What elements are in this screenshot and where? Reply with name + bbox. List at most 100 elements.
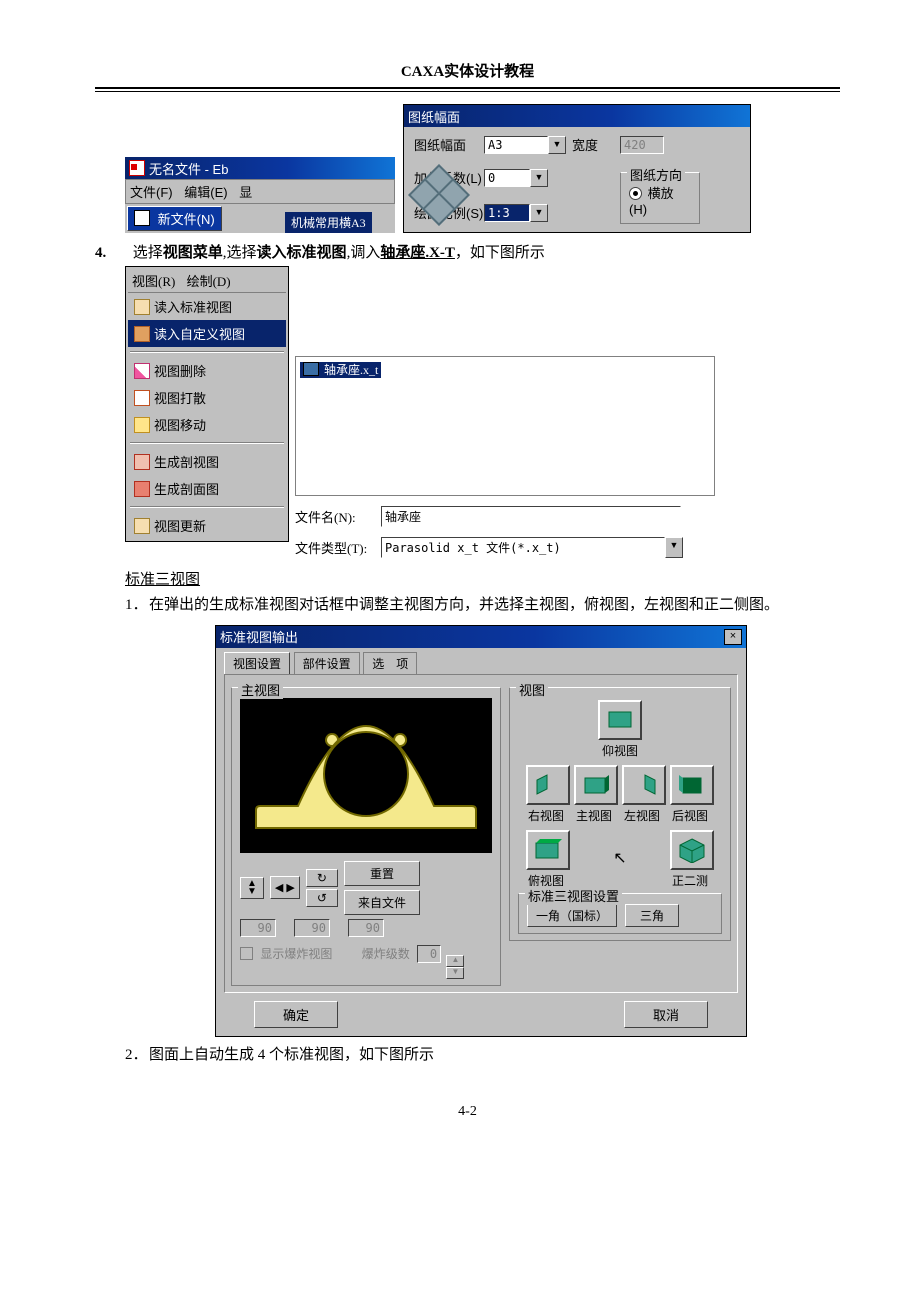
size-dropdown[interactable]: A3 ▼ <box>484 136 572 154</box>
btn-front-view[interactable] <box>574 765 618 805</box>
new-file-btn[interactable]: 新文件(N) <box>127 206 222 231</box>
rule-bottom <box>95 91 840 92</box>
mult-dropdown[interactable]: 0 ▼ <box>484 169 572 187</box>
lbl-front: 主视图 <box>572 807 616 824</box>
btn-right-view[interactable] <box>526 765 570 805</box>
menu-read-custom[interactable]: 读入自定义视图 <box>128 320 286 347</box>
lbl-width: 宽度 <box>572 135 620 154</box>
lbl-back: 后视图 <box>668 807 712 824</box>
menu-section-view[interactable]: 生成剖视图 <box>128 448 286 475</box>
lbl-right: 右视图 <box>524 807 568 824</box>
doc-icon <box>134 210 150 226</box>
lbl-filetype: 文件类型(T): <box>295 538 381 557</box>
section-view-icon <box>134 454 150 470</box>
btn-iso-view[interactable] <box>670 830 714 870</box>
menu-file[interactable]: 文件(F) <box>130 185 173 200</box>
tab-options[interactable]: 选 项 <box>363 652 417 674</box>
lbl-filename: 文件名(N): <box>295 507 381 526</box>
std-setting-group: 标准三视图设置 <box>525 886 622 905</box>
menu-move-view[interactable]: 视图移动 <box>128 411 286 438</box>
spin-horiz[interactable]: ◀ ▶ <box>270 876 300 899</box>
tab-part[interactable]: 部件设置 <box>294 652 360 674</box>
explode-spin: ▲▼ <box>446 955 464 979</box>
rotate-ccw[interactable]: ↺ <box>306 889 338 907</box>
paper-title: 图纸幅面 <box>404 105 750 127</box>
move-icon <box>134 417 150 433</box>
explode-level: 0 <box>417 945 441 963</box>
menu-explode-view[interactable]: 视图打散 <box>128 384 286 411</box>
update-icon <box>134 518 150 534</box>
lbl-bottom: 仰视图 <box>598 742 642 759</box>
menu-draw[interactable]: 绘制(D) <box>187 274 231 289</box>
dialog-tabs: 视图设置 部件设置 选 项 <box>224 652 738 674</box>
read-std-icon <box>134 299 150 315</box>
width-field: 420 <box>620 136 664 154</box>
filename-input[interactable]: 轴承座 <box>381 506 681 527</box>
lbl-size: 图纸幅面 <box>414 135 484 154</box>
orient-landscape[interactable]: 横放(H) <box>629 183 691 217</box>
file-icon <box>303 362 319 376</box>
step1-text: 在弹出的生成标准视图对话框中调整主视图方向，并选择主视图，俯视图，左视图和正二侧… <box>149 593 779 619</box>
explode-level-label: 爆炸级数 <box>362 947 410 961</box>
filetype-dropdown[interactable]: Parasolid x_t 文件(*.x_t) ▼ <box>381 537 683 558</box>
close-icon[interactable]: × <box>724 629 742 645</box>
std-view-dialog: 标准视图输出 × 视图设置 部件设置 选 项 主视图 <box>215 625 747 1037</box>
lbl-iso: 正二测 <box>668 872 712 889</box>
spin-vert[interactable]: ▲ ▼ <box>240 877 264 899</box>
explode-icon <box>134 390 150 406</box>
btn-bottom-view[interactable] <box>598 700 642 740</box>
btn-left-view[interactable] <box>622 765 666 805</box>
logo-icon <box>129 160 145 176</box>
angle2: 90 <box>294 919 330 937</box>
unnamed-file-title: 无名文件 - Eb <box>149 159 228 178</box>
file-item[interactable]: 轴承座.x_t <box>300 362 381 378</box>
section-heading: 标准三视图 <box>125 572 200 588</box>
angle-first[interactable]: 一角（国标） <box>527 904 617 927</box>
file-picker: 轴承座.x_t 文件名(N): 轴承座 文件类型(T): Parasolid x… <box>295 266 715 558</box>
step1-num: 1． <box>125 593 149 619</box>
delete-icon <box>134 363 150 379</box>
angle-third[interactable]: 三角 <box>625 904 679 927</box>
chevron-down-icon[interactable]: ▼ <box>530 204 548 222</box>
menu-delete-view[interactable]: 视图删除 <box>128 357 286 384</box>
cancel-button[interactable]: 取消 <box>624 1001 708 1028</box>
menu-edit[interactable]: 编辑(E) <box>184 185 227 200</box>
menu-view[interactable]: 视图(R) <box>132 274 175 289</box>
tab-view[interactable]: 视图设置 <box>224 652 290 674</box>
menu-read-std[interactable]: 读入标准视图 <box>128 293 286 320</box>
chevron-down-icon[interactable]: ▼ <box>665 537 683 558</box>
group-views: 视图 <box>516 680 548 699</box>
step4-num: 4. <box>95 245 115 262</box>
orient-group: 图纸方向 <box>627 165 685 184</box>
page-title: CAXA实体设计教程 <box>95 60 840 81</box>
angle3: 90 <box>348 919 384 937</box>
unnamed-file-titlebar: 无名文件 - Eb <box>125 157 395 179</box>
step2-num: 2． <box>125 1043 149 1069</box>
menu-update-view[interactable]: 视图更新 <box>128 512 286 539</box>
fromfile-btn[interactable]: 来自文件 <box>344 890 420 915</box>
section-face-icon <box>134 481 150 497</box>
menu-disp[interactable]: 显 <box>239 185 252 200</box>
reset-btn[interactable]: 重置 <box>344 861 420 886</box>
checkbox-icon <box>240 947 253 960</box>
group-mainview: 主视图 <box>238 680 283 699</box>
scale-dropdown[interactable]: 1:3 ▼ <box>484 204 572 222</box>
chevron-down-icon[interactable]: ▼ <box>530 169 548 187</box>
dialog-title: 标准视图输出 × <box>216 626 746 648</box>
read-custom-icon <box>134 326 150 342</box>
page-number: 4-2 <box>95 1104 840 1120</box>
rotate-cw[interactable]: ↻ <box>306 869 338 887</box>
show-explode-check: 显示爆炸视图 <box>260 947 332 961</box>
step2-text: 图面上自动生成 4 个标准视图，如下图所示 <box>149 1043 434 1069</box>
chevron-down-icon[interactable]: ▼ <box>548 136 566 154</box>
unnamed-file-window: 无名文件 - Eb 文件(F) 编辑(E) 显 新文件(N) 机械常用横A3 <box>125 157 395 233</box>
cursor-icon: ↖ <box>613 848 626 868</box>
main-preview <box>240 698 492 853</box>
menu-section-face[interactable]: 生成剖面图 <box>128 475 286 502</box>
menubar: 文件(F) 编辑(E) 显 <box>125 179 395 204</box>
radio-icon <box>629 187 642 200</box>
btn-back-view[interactable] <box>670 765 714 805</box>
tiles-icon <box>413 169 461 217</box>
ok-button[interactable]: 确定 <box>254 1001 338 1028</box>
btn-top-view[interactable] <box>526 830 570 870</box>
